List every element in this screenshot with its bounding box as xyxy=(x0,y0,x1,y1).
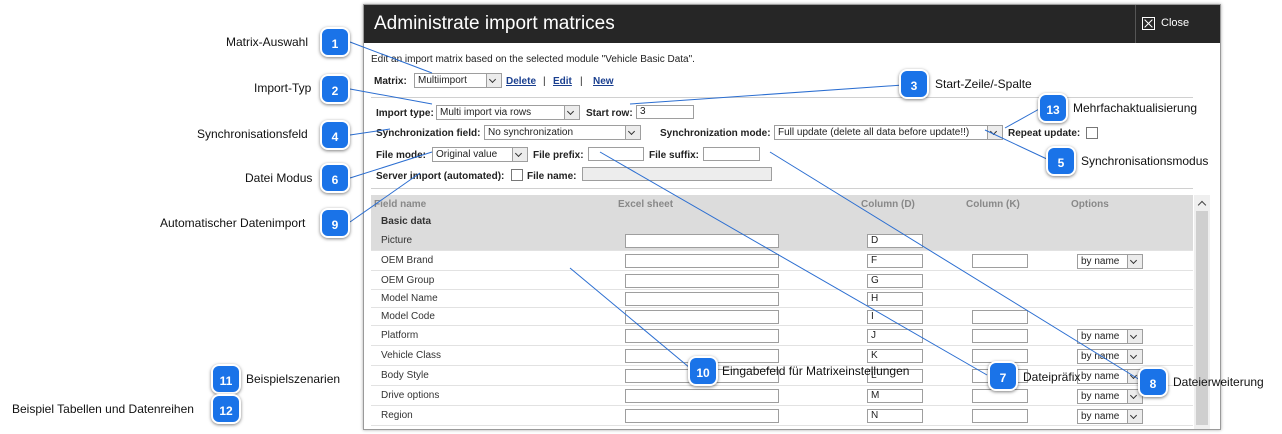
callout-6-label: Datei Modus xyxy=(245,171,313,185)
callout-8: 8 xyxy=(1138,367,1168,397)
callout-13: 13 xyxy=(1038,93,1068,123)
leader-line xyxy=(769,151,1141,381)
callout-2-label: Import-Typ xyxy=(254,81,312,95)
callout-8-label: Dateierweiterung xyxy=(1173,375,1264,389)
callout-2: 2 xyxy=(320,74,350,104)
callout-1: 1 xyxy=(320,27,350,57)
leader-line xyxy=(349,88,433,105)
leader-line xyxy=(984,129,1050,161)
callout-11-label: Beispielszenarien xyxy=(246,372,341,386)
callout-13-label: Mehrfachaktualisierung xyxy=(1073,101,1198,115)
callout-1-label: Matrix-Auswahl xyxy=(226,35,309,49)
leader-line xyxy=(349,172,421,223)
callout-12-label: Beispiel Tabellen und Datenreihen xyxy=(12,402,194,416)
callout-5: 5 xyxy=(1046,146,1076,176)
leader-line xyxy=(349,41,433,74)
leader-line xyxy=(629,84,904,105)
callout-7-label: Dateipräfix xyxy=(1023,370,1081,384)
callout-12: 12 xyxy=(211,394,241,424)
callout-11: 11 xyxy=(211,364,241,394)
leader-line xyxy=(1004,107,1042,129)
callout-3-label: Start-Zeile/-Spalte xyxy=(935,77,1032,91)
callout-10-label: Eingabefeld für Matrixeinstellungen xyxy=(722,364,910,378)
leader-line xyxy=(569,267,691,369)
leader-line xyxy=(349,128,391,136)
callout-4: 4 xyxy=(320,120,350,150)
callout-9-label: Automatischer Datenimport xyxy=(160,216,306,230)
callout-7: 7 xyxy=(988,361,1018,391)
callout-3: 3 xyxy=(899,69,929,99)
callout-6: 6 xyxy=(320,163,350,193)
callout-4-label: Synchronisationsfeld xyxy=(197,127,308,141)
callout-10: 10 xyxy=(688,356,718,386)
leader-line xyxy=(349,151,433,179)
callout-5-label: Synchronisationsmodus xyxy=(1081,154,1209,168)
callout-9: 9 xyxy=(320,208,350,238)
